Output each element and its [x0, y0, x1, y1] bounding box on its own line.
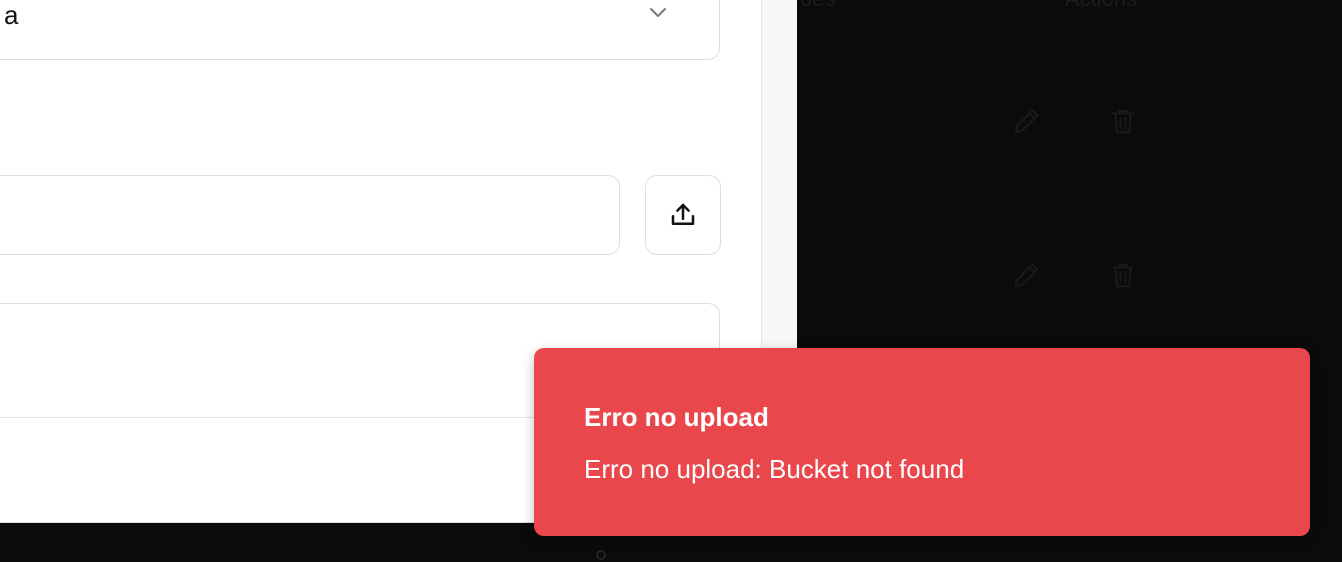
upload-icon — [671, 203, 695, 225]
edit-icon[interactable] — [1010, 258, 1044, 292]
edit-icon[interactable] — [1010, 104, 1044, 138]
toast-message: Erro no upload: Bucket not found — [584, 454, 965, 484]
table-header-options: ões — [800, 0, 835, 12]
category-select[interactable]: a — [0, 0, 720, 60]
trash-icon[interactable] — [1106, 104, 1140, 138]
image-url-input[interactable] — [0, 175, 620, 255]
chevron-down-icon — [650, 8, 666, 17]
category-select-value: a — [4, 0, 19, 30]
error-toast[interactable]: Erro no upload Erro no upload: Bucket no… — [534, 348, 1310, 536]
upload-button[interactable] — [645, 175, 721, 255]
toast-title: Erro no upload — [584, 402, 769, 432]
trash-icon[interactable] — [1106, 258, 1140, 292]
table-header-actions: Actions — [1065, 0, 1137, 12]
